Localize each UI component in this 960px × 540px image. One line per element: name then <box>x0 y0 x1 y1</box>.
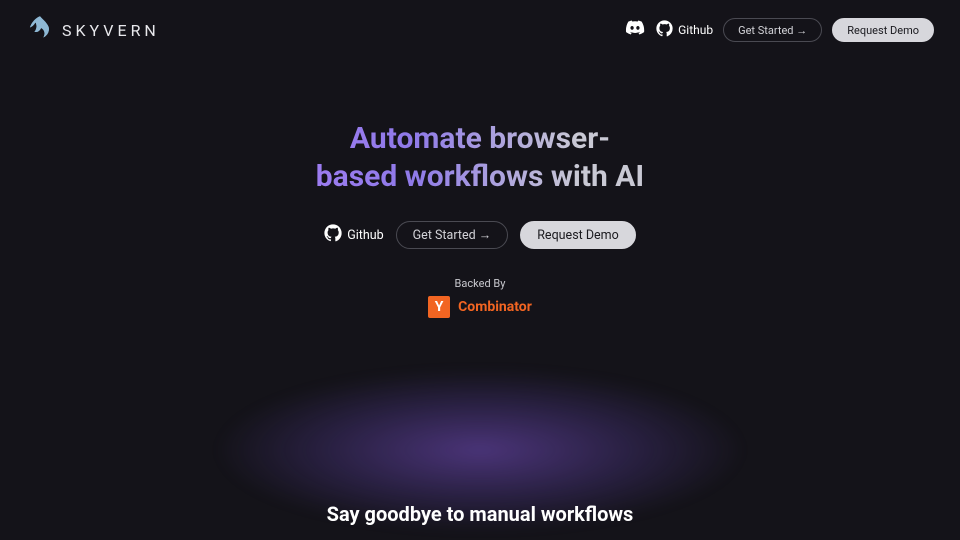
section-heading: Say goodbye to manual workflows <box>0 502 960 526</box>
logo-mark-icon <box>26 14 54 46</box>
hero-github-label: Github <box>347 228 383 243</box>
site-header: SKYVERN Github Get Started → Request Dem… <box>0 0 960 60</box>
get-started-button[interactable]: Get Started → <box>723 18 822 42</box>
github-link[interactable]: Github <box>656 20 713 40</box>
request-demo-button[interactable]: Request Demo <box>832 18 934 42</box>
hero-get-started-button[interactable]: Get Started → <box>396 221 509 249</box>
combinator-label: Combinator <box>458 299 532 315</box>
brand-name: SKYVERN <box>62 21 160 40</box>
hero-headline-text: Automate browser- based workflows with A… <box>316 121 644 194</box>
hero-actions: Github Get Started → Request Demo <box>0 221 960 249</box>
brand-logo[interactable]: SKYVERN <box>26 14 160 46</box>
github-icon <box>324 224 342 246</box>
hero-headline: Automate browser- based workflows with A… <box>316 120 644 195</box>
header-actions: Github Get Started → Request Demo <box>624 18 934 42</box>
discord-link[interactable] <box>624 19 646 41</box>
hero-github-link[interactable]: Github <box>324 224 383 246</box>
discord-icon <box>625 18 645 42</box>
ycombinator-badge: Y Combinator <box>428 296 532 318</box>
github-label: Github <box>678 23 713 37</box>
hero-section: Automate browser- based workflows with A… <box>0 120 960 318</box>
github-icon <box>656 20 673 40</box>
yc-icon: Y <box>428 296 450 318</box>
hero-request-demo-button[interactable]: Request Demo <box>520 221 636 249</box>
backed-by-label: Backed By <box>455 277 506 290</box>
backed-by: Backed By Y Combinator <box>0 277 960 318</box>
